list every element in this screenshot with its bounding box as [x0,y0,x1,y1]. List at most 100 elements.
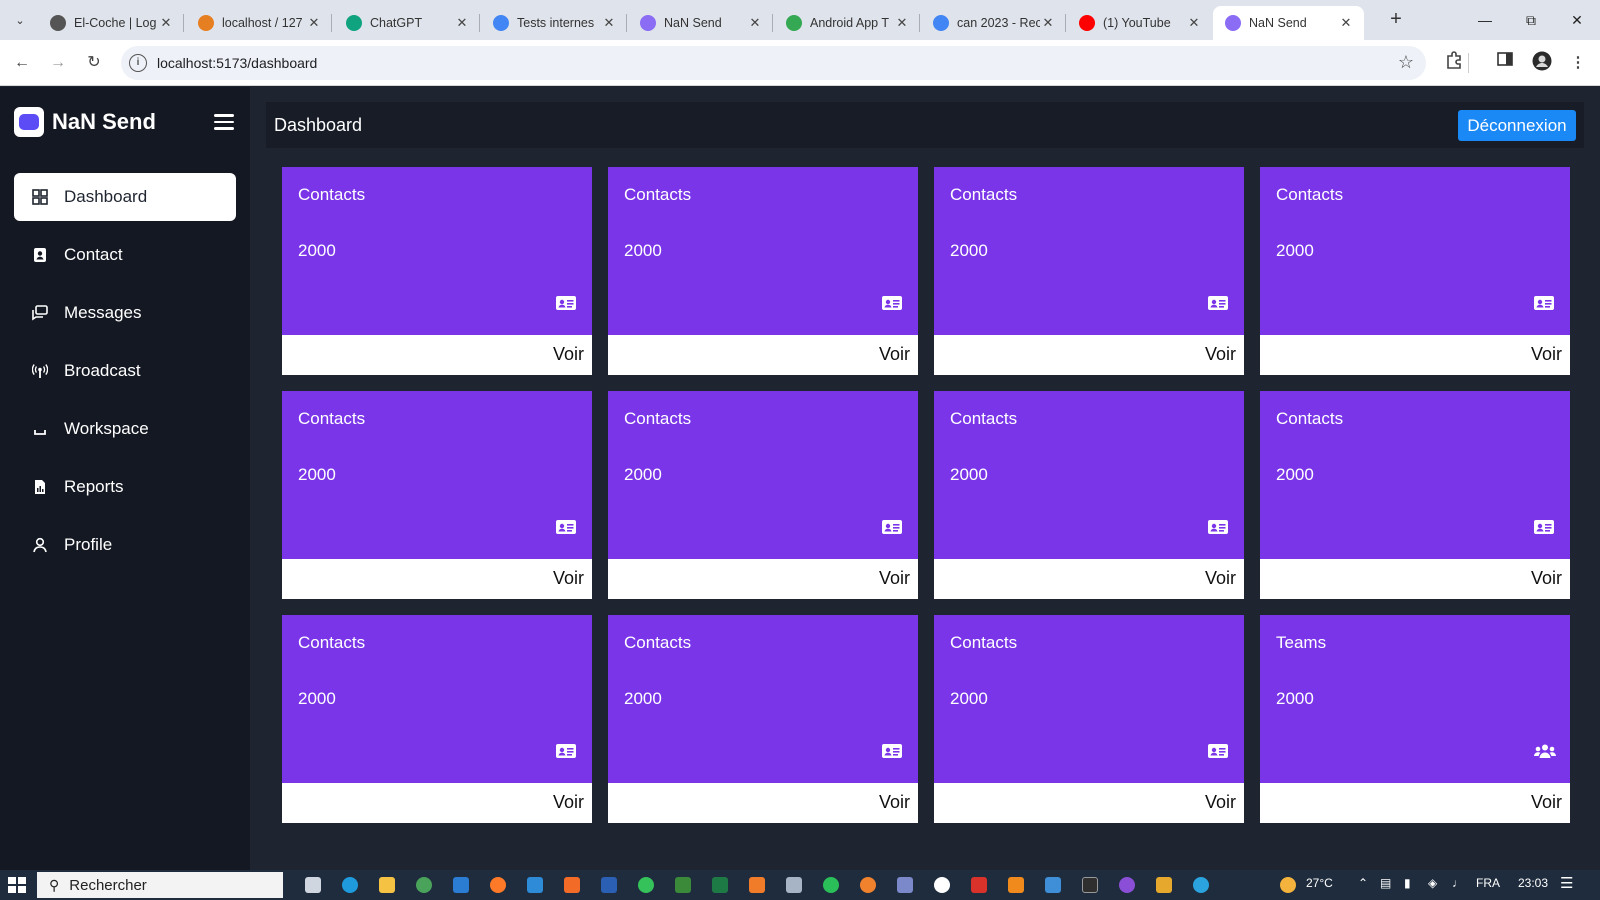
whatsapp-icon[interactable] [638,877,654,893]
tab-close-icon[interactable]: ✕ [894,15,910,31]
minimize-icon[interactable]: — [1462,0,1508,40]
sidebar-item-profile[interactable]: Profile [14,521,236,569]
card-view-link[interactable]: Voir [879,568,910,589]
card-view-link[interactable]: Voir [553,344,584,365]
card-view-link[interactable]: Voir [553,568,584,589]
browser-tab[interactable]: localhost / 127 ✕ [186,6,332,40]
network-icon[interactable]: ▤ [1380,876,1391,890]
sublime-icon[interactable] [749,877,765,893]
browser-menu-icon[interactable]: ⋮ [1566,51,1590,75]
filezilla-icon[interactable] [971,877,987,893]
stat-card: Contacts 2000 Voir [608,391,918,599]
extensions-puzzle-icon[interactable] [1442,51,1466,75]
sidebar-item-reports[interactable]: Reports [14,463,236,511]
card-view-link[interactable]: Voir [1205,568,1236,589]
id-card-icon [556,519,576,535]
card-view-link[interactable]: Voir [1205,792,1236,813]
mail-icon[interactable] [453,877,469,893]
restore-icon[interactable]: ⧉ [1508,0,1554,40]
app-icon-2[interactable] [934,877,950,893]
card-value: 2000 [950,465,988,484]
browser-tab[interactable]: ChatGPT ✕ [334,6,480,40]
tab-search-chevron-icon[interactable]: ⌄ [8,8,32,32]
excel-icon[interactable] [712,877,728,893]
temperature[interactable]: 27°C [1306,876,1333,890]
browser-tab[interactable]: Tests internes ✕ [481,6,627,40]
browser-tab[interactable]: Android App T ✕ [774,6,920,40]
browser-tab[interactable]: NaN Send ✕ [1213,6,1364,40]
chrome-icon[interactable] [416,877,432,893]
notifications-icon[interactable]: ☰ [1560,874,1573,892]
postman-icon[interactable] [860,877,876,893]
telegram-icon[interactable] [1193,877,1209,893]
language-indicator[interactable]: FRA [1476,876,1500,890]
vscode-icon[interactable] [527,877,543,893]
card-view-link[interactable]: Voir [879,344,910,365]
card-view-link[interactable]: Voir [1531,568,1562,589]
terminal-icon[interactable] [1082,877,1098,893]
card-view-link[interactable]: Voir [879,792,910,813]
browser-tab[interactable]: NaN Send ✕ [628,6,773,40]
sidebar-item-messages[interactable]: Messages [14,289,236,337]
hamburger-menu-icon[interactable] [214,114,234,130]
url-text[interactable]: localhost:5173/dashboard [157,55,317,71]
brand[interactable]: NaN Send [14,107,156,137]
browser-tab[interactable]: El-Coche | Log ✕ [38,6,184,40]
firefox-icon[interactable] [490,877,506,893]
new-tab-button[interactable]: + [1384,8,1408,32]
forward-arrow-icon[interactable]: → [46,51,70,75]
tab-close-icon[interactable]: ✕ [1040,15,1056,31]
card-view-link[interactable]: Voir [1531,792,1562,813]
tab-close-icon[interactable]: ✕ [1186,15,1202,31]
task-view-icon[interactable] [305,877,321,893]
sidebar-item-dashboard[interactable]: Dashboard [14,173,236,221]
sidebar-item-workspace[interactable]: Workspace [14,405,236,453]
site-info-icon[interactable]: i [129,54,147,72]
tab-close-icon[interactable]: ✕ [747,15,763,31]
card-view-link[interactable]: Voir [1531,344,1562,365]
logout-button[interactable]: Déconnexion [1458,110,1576,141]
whatsapp-desktop-icon[interactable] [823,877,839,893]
close-window-icon[interactable]: ✕ [1554,0,1600,40]
windows-start-icon[interactable] [8,877,26,893]
tab-title: (1) YouTube [1103,16,1171,30]
taskbar-search-box[interactable]: ⚲ Rechercher [37,872,283,898]
address-toolbar: ← → ↻ i localhost:5173/dashboard ☆ ⋮ [0,40,1600,86]
xampp-icon[interactable] [564,877,580,893]
tab-close-icon[interactable]: ✕ [601,15,617,31]
tab-close-icon[interactable]: ✕ [158,15,174,31]
app-icon-1[interactable] [897,877,913,893]
profile-avatar[interactable] [1530,51,1554,75]
git-icon[interactable] [1156,877,1172,893]
wifi-icon[interactable]: ◈ [1428,876,1437,890]
android-studio-icon[interactable] [675,877,691,893]
github-desktop-icon[interactable] [1119,877,1135,893]
tab-close-icon[interactable]: ✕ [306,15,322,31]
reload-icon[interactable]: ↻ [82,51,106,75]
sidebar-item-broadcast[interactable]: Broadcast [14,347,236,395]
clock[interactable]: 23:03 [1518,876,1548,890]
back-arrow-icon[interactable]: ← [10,51,34,75]
weather-icon[interactable] [1280,877,1296,893]
tray-chevron-icon[interactable]: ⌃ [1358,876,1368,890]
word-icon[interactable] [601,877,617,893]
sidebar: NaN Send Dashboard Contact Messages Broadca… [0,87,250,870]
app-root: NaN Send Dashboard Contact Messages Broadca… [0,87,1600,870]
file-explorer-icon[interactable] [379,877,395,893]
powershell-icon[interactable] [1045,877,1061,893]
virtualbox-icon[interactable] [786,877,802,893]
address-bar[interactable]: i localhost:5173/dashboard ☆ [121,46,1426,80]
tab-close-icon[interactable]: ✕ [1338,15,1354,31]
card-view-link[interactable]: Voir [1205,344,1236,365]
browser-tab[interactable]: can 2023 - Rec ✕ [921,6,1066,40]
battery-icon[interactable]: ▮ [1404,876,1411,890]
volume-icon[interactable]: ♩ [1452,876,1464,890]
sidebar-item-contact[interactable]: Contact [14,231,236,279]
vlc-icon[interactable] [1008,877,1024,893]
tab-close-icon[interactable]: ✕ [454,15,470,31]
bookmark-star-icon[interactable]: ☆ [1398,52,1414,73]
card-view-link[interactable]: Voir [553,792,584,813]
edge-icon[interactable] [342,877,358,893]
side-panel-icon[interactable] [1493,51,1517,75]
browser-tab[interactable]: (1) YouTube ✕ [1067,6,1212,40]
